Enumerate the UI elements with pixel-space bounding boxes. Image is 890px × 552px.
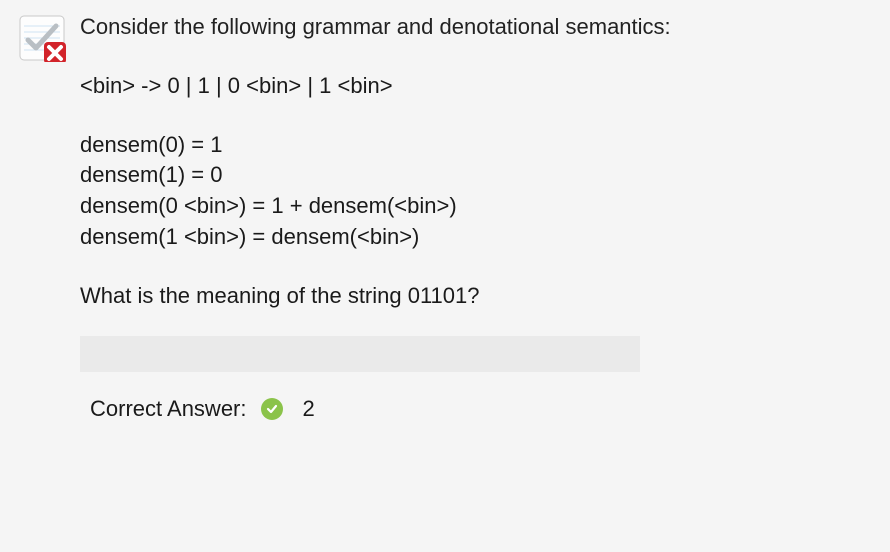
question-block: Consider the following grammar and denot… bbox=[18, 12, 872, 424]
correct-answer-label: Correct Answer: bbox=[90, 394, 247, 425]
intro-text: Consider the following grammar and denot… bbox=[80, 12, 872, 43]
semantics-line: densem(0) = 1 bbox=[80, 130, 872, 161]
answer-input[interactable] bbox=[80, 336, 640, 372]
question-prompt: What is the meaning of the string 01101? bbox=[80, 281, 872, 312]
semantics-line: densem(1) = 0 bbox=[80, 160, 872, 191]
question-semantics: densem(0) = 1 densem(1) = 0 densem(0 <bi… bbox=[80, 130, 872, 253]
semantics-line: densem(0 <bin>) = 1 + densem(<bin>) bbox=[80, 191, 872, 222]
question-grammar: <bin> -> 0 | 1 | 0 <bin> | 1 <bin> bbox=[80, 71, 872, 102]
prompt-text: What is the meaning of the string 01101? bbox=[80, 281, 872, 312]
question-body: Consider the following grammar and denot… bbox=[80, 12, 872, 424]
incorrect-icon bbox=[18, 14, 66, 62]
checkmark-icon bbox=[261, 398, 283, 420]
semantics-line: densem(1 <bin>) = densem(<bin>) bbox=[80, 222, 872, 253]
correct-answer-row: Correct Answer: 2 bbox=[80, 394, 872, 425]
grammar-line: <bin> -> 0 | 1 | 0 <bin> | 1 <bin> bbox=[80, 71, 872, 102]
correct-answer-value: 2 bbox=[303, 394, 315, 425]
question-intro: Consider the following grammar and denot… bbox=[80, 12, 872, 43]
